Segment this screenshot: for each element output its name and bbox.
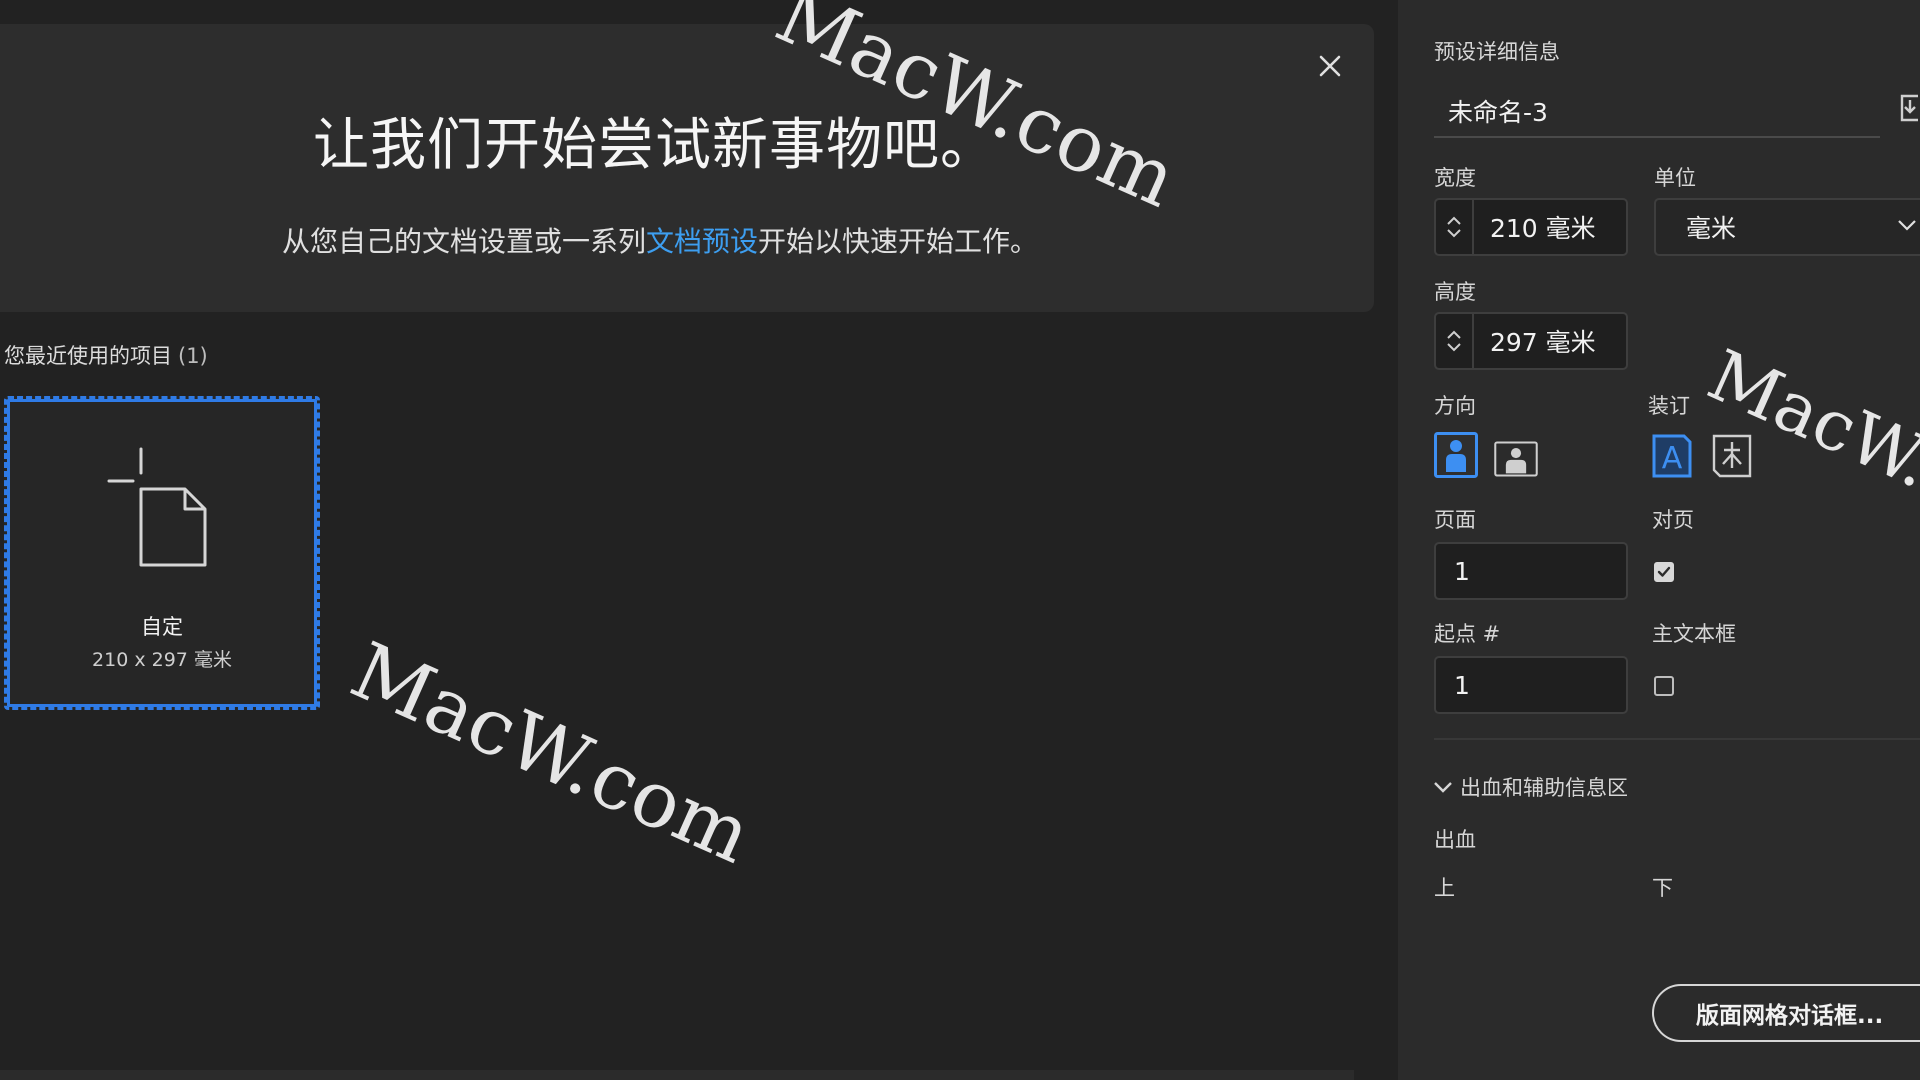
- height-label: 高度: [1434, 280, 1476, 304]
- bleed-bottom-label: 下: [1652, 876, 1673, 900]
- preset-size: 210 x 297 毫米: [92, 649, 232, 671]
- close-button[interactable]: [1312, 48, 1348, 84]
- primary-text-frame-checkbox[interactable]: [1654, 676, 1674, 696]
- binding-label: 装订: [1648, 394, 1690, 418]
- document-presets-link[interactable]: 文档预设: [646, 225, 758, 258]
- unit-label: 单位: [1654, 166, 1696, 190]
- bleed-slug-section-title: 出血和辅助信息区: [1460, 776, 1628, 800]
- portrait-orientation-icon[interactable]: [1434, 432, 1478, 478]
- main-area: 让我们开始尝试新事物吧。 从您自己的文档设置或一系列文档预设开始以快速开始工作。…: [0, 0, 1398, 1080]
- width-value[interactable]: 210 毫米: [1474, 200, 1626, 254]
- chevron-down-icon: [1898, 220, 1916, 231]
- chevron-down-icon[interactable]: [1447, 343, 1461, 352]
- preset-name: 自定: [141, 615, 183, 639]
- width-stepper[interactable]: 210 毫米: [1434, 198, 1628, 256]
- primary-text-frame-label: 主文本框: [1652, 622, 1736, 646]
- save-preset-icon[interactable]: [1898, 92, 1920, 122]
- unit-select[interactable]: 毫米: [1654, 198, 1920, 256]
- facing-pages-label: 对页: [1652, 508, 1694, 532]
- pages-label: 页面: [1434, 508, 1476, 532]
- document-name-input[interactable]: [1434, 86, 1880, 138]
- new-document-icon: [107, 447, 207, 567]
- landscape-orientation-icon[interactable]: [1494, 436, 1538, 482]
- chevron-up-icon[interactable]: [1447, 216, 1461, 225]
- subtitle-text-end: 开始以快速开始工作。: [758, 225, 1039, 258]
- preset-details-title: 预设详细信息: [1434, 40, 1560, 64]
- recent-count: (1): [178, 344, 208, 368]
- recent-heading-label: 您最近使用的项目: [4, 344, 172, 368]
- height-value[interactable]: 297 毫米: [1474, 314, 1626, 368]
- unit-value: 毫米: [1686, 214, 1737, 243]
- bleed-top-label: 上: [1434, 876, 1455, 900]
- height-stepper-arrows[interactable]: [1436, 314, 1474, 368]
- pages-input[interactable]: 1: [1434, 542, 1628, 600]
- subtitle-text-start: 从您自己的文档设置或一系列: [281, 225, 646, 258]
- svg-text:A: A: [1662, 441, 1683, 476]
- preset-details-panel: 预设详细信息 宽度 210 毫米 单位 毫米 高度 297 毫米 方向 装订: [1398, 0, 1920, 1080]
- welcome-subtitle: 从您自己的文档设置或一系列文档预设开始以快速开始工作。: [0, 220, 1320, 260]
- chevron-down-icon[interactable]: [1447, 229, 1461, 238]
- chevron-up-icon[interactable]: [1447, 330, 1461, 339]
- right-to-left-binding-icon[interactable]: [1710, 432, 1754, 478]
- height-stepper[interactable]: 297 毫米: [1434, 312, 1628, 370]
- horizontal-scrollbar[interactable]: [0, 1070, 1354, 1080]
- layout-grid-dialog-button[interactable]: 版面网格对话框...: [1652, 984, 1920, 1042]
- orientation-label: 方向: [1434, 394, 1476, 418]
- chevron-down-icon: [1434, 782, 1452, 793]
- recent-items-heading: 您最近使用的项目 (1): [4, 340, 208, 370]
- bleed-label: 出血: [1434, 828, 1476, 852]
- width-label: 宽度: [1434, 166, 1476, 190]
- start-page-label: 起点 #: [1434, 622, 1501, 646]
- section-divider: [1434, 738, 1920, 740]
- checkmark-icon: [1657, 566, 1671, 577]
- recent-preset-card[interactable]: 自定 210 x 297 毫米: [4, 396, 320, 710]
- start-page-input[interactable]: 1: [1434, 656, 1628, 714]
- left-to-right-binding-icon[interactable]: A: [1650, 432, 1694, 478]
- facing-pages-checkbox[interactable]: [1654, 562, 1674, 582]
- bleed-slug-section-toggle[interactable]: 出血和辅助信息区: [1434, 772, 1628, 802]
- watermark-text: MacW.com: [338, 626, 765, 882]
- width-stepper-arrows[interactable]: [1436, 200, 1474, 254]
- close-icon: [1319, 55, 1341, 77]
